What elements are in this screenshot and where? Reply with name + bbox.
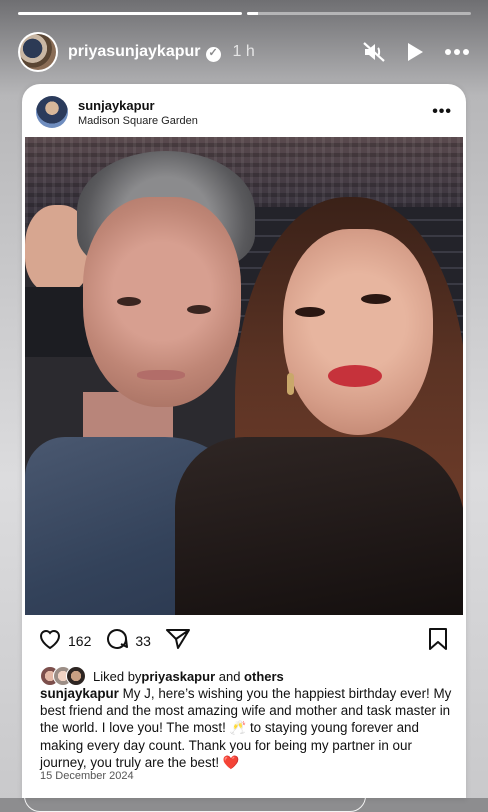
post-caption: sunjaykapur My J, here’s wishing you the… [40,685,452,771]
speaker-muted-icon[interactable] [362,41,386,63]
heart-icon[interactable] [38,628,62,655]
liked-by-and: and [215,668,245,684]
send-icon[interactable] [165,628,191,655]
reply-input[interactable] [24,780,366,812]
story-username[interactable]: priyasunjaykapur [68,43,201,61]
liked-by-prefix: Liked by [93,668,142,684]
story-avatar[interactable] [18,32,58,72]
liked-by-others[interactable]: others [244,669,284,684]
story-header: priyasunjaykapur 1 h [18,31,470,73]
story-controls [362,41,470,63]
progress-segment-2 [247,12,471,15]
liker-avatar [66,666,86,686]
post-header: sunjaykapur Madison Square Garden ••• [36,92,452,132]
caption-emoji-heart: ❤️ [222,754,240,770]
post-more-icon[interactable]: ••• [432,103,452,121]
post-avatar[interactable] [36,96,68,128]
story-progress [18,12,471,15]
post-actions: 162 33 [38,627,448,656]
play-icon[interactable] [406,42,424,62]
post-location[interactable]: Madison Square Garden [78,115,198,127]
shared-post-card[interactable]: sunjaykapur Madison Square Garden ••• 16… [22,84,466,798]
post-photo[interactable] [25,137,463,615]
story-time: 1 h [232,43,255,60]
liked-by-row[interactable]: Liked by priyaskapur and others [40,666,452,686]
progress-segment-1 [18,12,242,15]
comment-icon[interactable] [105,627,129,656]
more-horizontal-icon[interactable] [444,48,470,56]
verified-badge-icon [205,46,221,62]
post-username[interactable]: sunjaykapur [78,98,198,113]
comments-count: 33 [135,633,151,649]
liked-by-user[interactable]: priyaskapur [141,669,215,684]
likes-count: 162 [68,633,92,649]
caption-emoji-cheers: 🥂 [229,720,247,736]
caption-username[interactable]: sunjaykapur [40,686,119,701]
comment-button[interactable]: 33 [105,627,151,656]
bookmark-icon[interactable] [428,627,448,655]
like-button[interactable]: 162 [38,628,91,655]
liker-avatars [40,666,86,686]
